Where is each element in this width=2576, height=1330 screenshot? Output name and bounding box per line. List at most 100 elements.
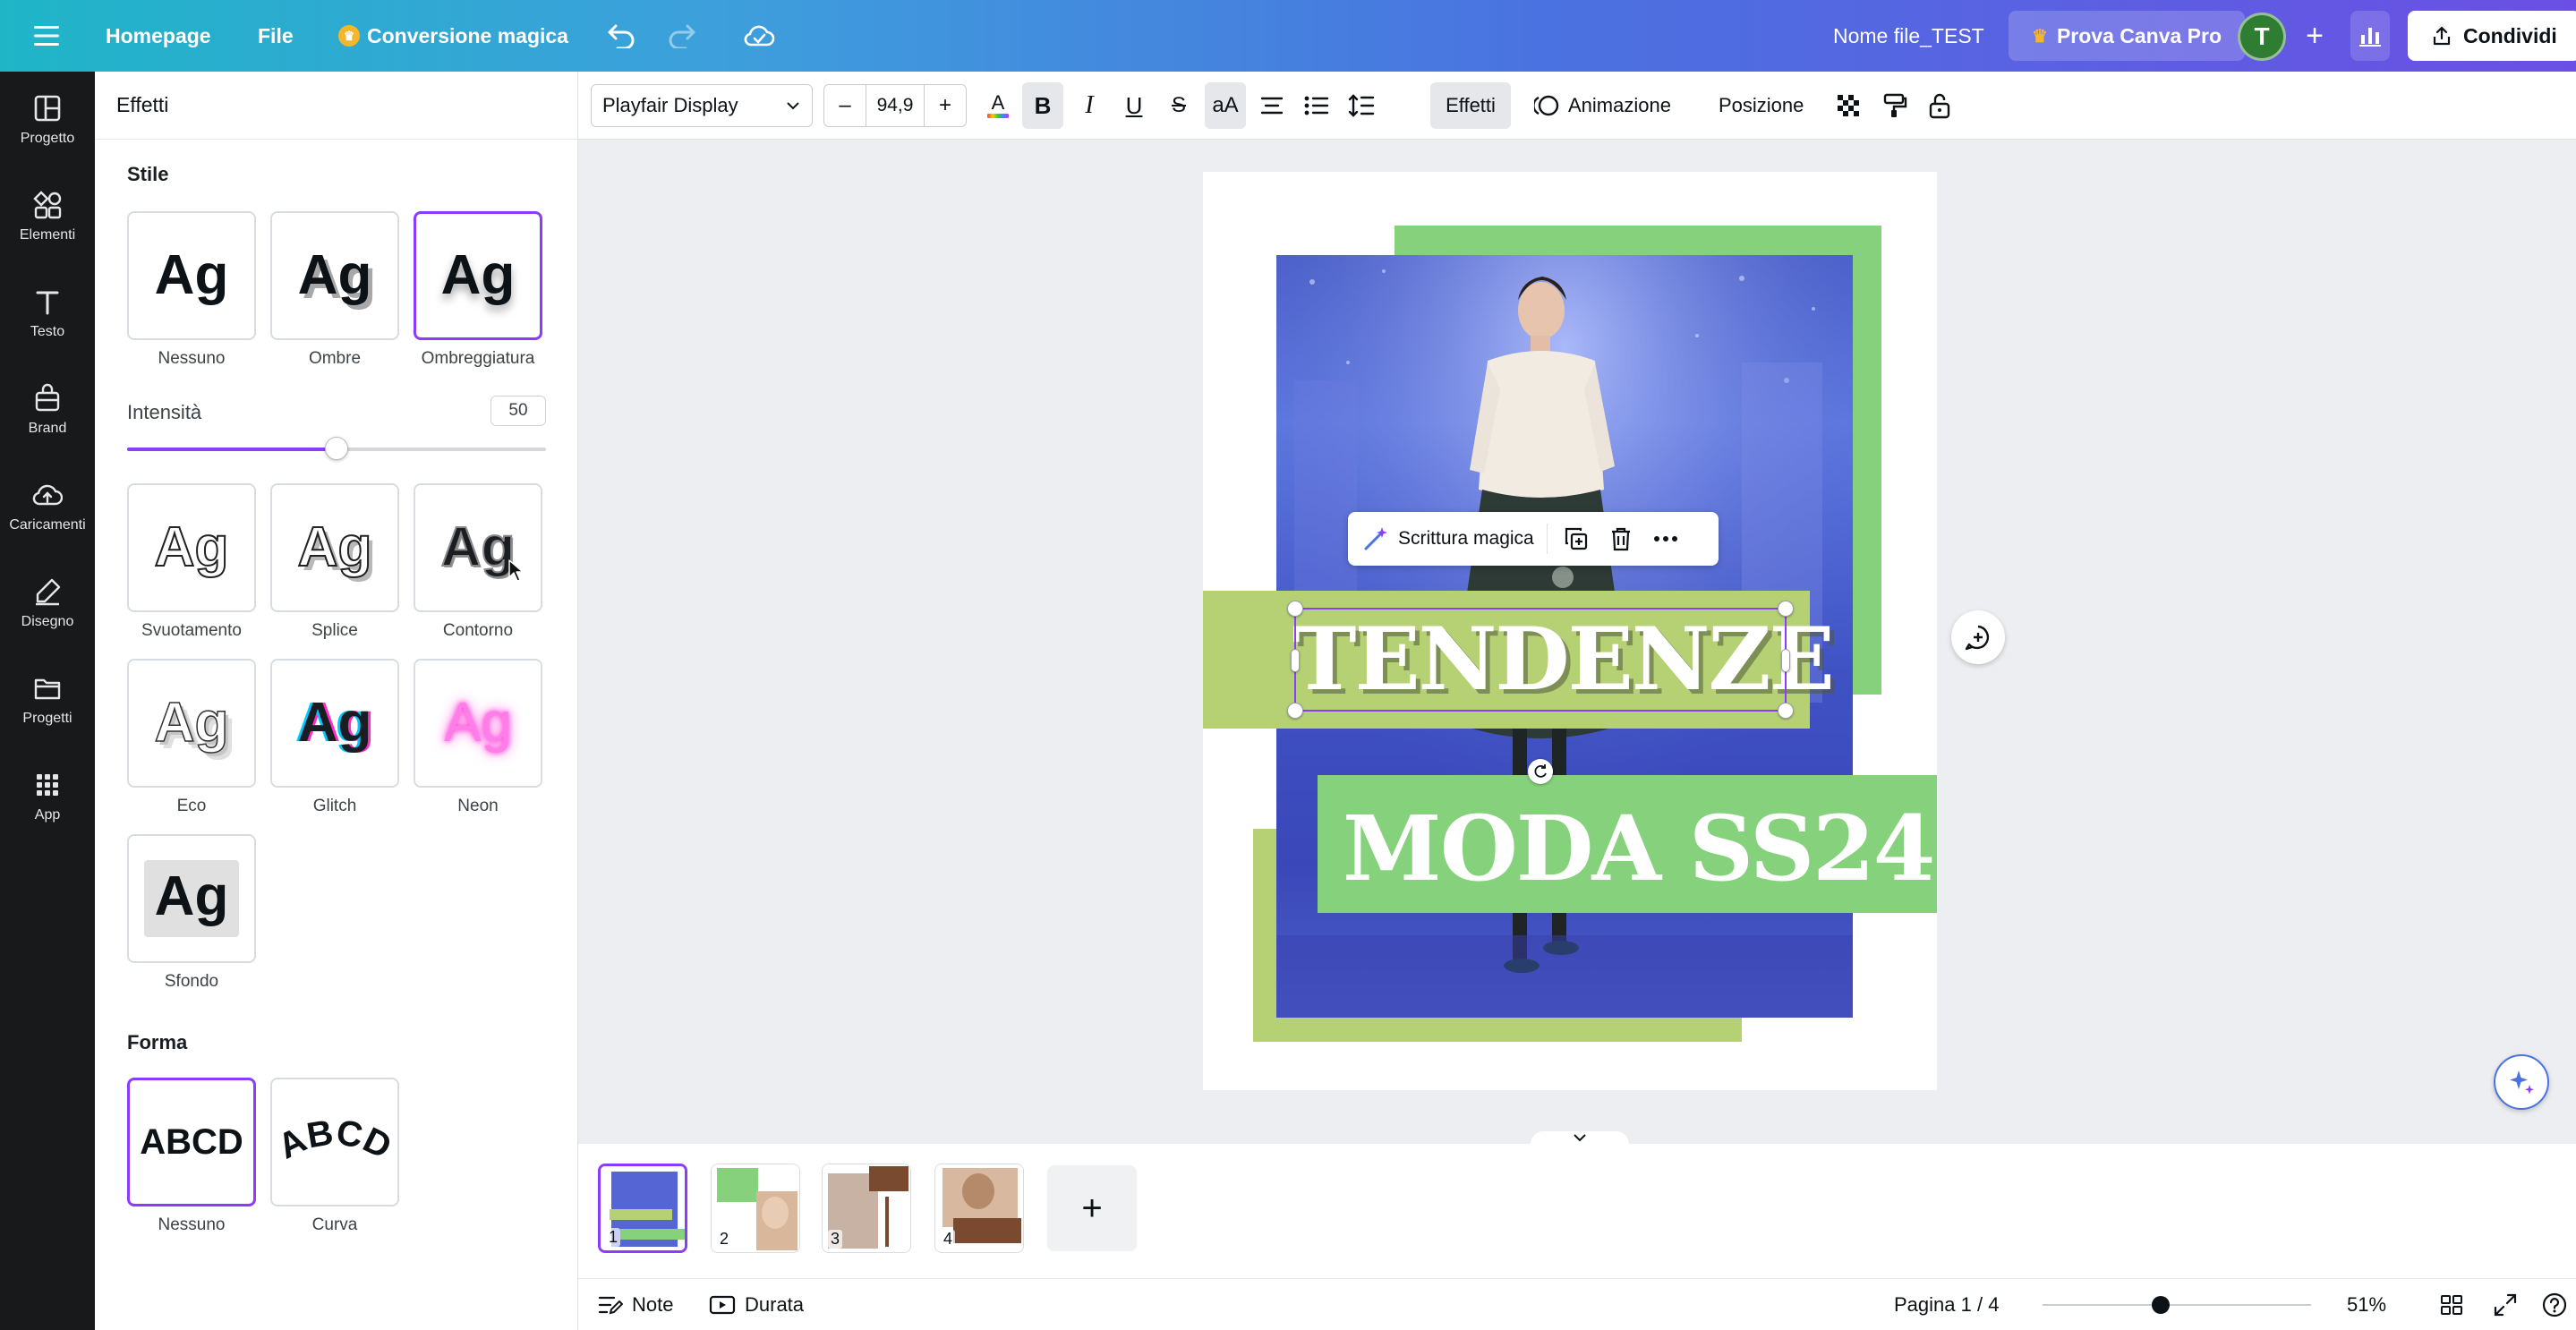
resize-handle[interactable] <box>1291 649 1300 672</box>
file-menu[interactable]: File <box>258 0 294 72</box>
page-indicator[interactable]: Pagina 1 / 4 <box>1894 1279 1999 1330</box>
resize-handle[interactable] <box>1778 601 1794 617</box>
rail-item-elementi[interactable]: Elementi <box>0 172 95 261</box>
font-size-increase-button[interactable]: + <box>925 85 966 126</box>
shape-curve[interactable]: ABCD Curva <box>270 1078 399 1235</box>
add-page-button[interactable]: + <box>1047 1165 1137 1251</box>
list-icon[interactable] <box>1296 82 1337 129</box>
style-shadow[interactable]: Ag Ombre <box>270 211 399 369</box>
magic-write-button[interactable]: Scrittura magica <box>1362 525 1534 552</box>
rail-item-testo[interactable]: Testo <box>0 269 95 358</box>
font-size-decrease-button[interactable]: – <box>824 85 866 126</box>
style-preview[interactable]: Ag <box>414 659 542 788</box>
style-preview[interactable]: Ag <box>270 483 399 612</box>
style-splice[interactable]: Ag Splice <box>270 483 399 641</box>
resize-handle[interactable] <box>1287 703 1303 719</box>
rail-item-progetto[interactable]: Progetto <box>0 75 95 165</box>
style-preview[interactable]: Ag <box>127 483 256 612</box>
more-options-icon[interactable] <box>1650 523 1682 555</box>
undo-icon[interactable] <box>605 0 635 72</box>
subheading-text[interactable]: MODA SS24 <box>1343 802 1935 895</box>
cloud-saved-icon[interactable] <box>743 0 775 72</box>
bold-icon[interactable]: B <box>1022 82 1063 129</box>
font-family-select[interactable]: Playfair Display <box>591 84 813 127</box>
style-echo[interactable]: Ag Eco <box>127 659 256 816</box>
intensity-slider[interactable] <box>127 437 546 460</box>
strikethrough-icon[interactable]: S <box>1158 82 1199 129</box>
page-thumbnail[interactable]: 2 <box>711 1164 800 1253</box>
rail-item-caricamenti[interactable]: Caricamenti <box>0 462 95 551</box>
style-preview[interactable]: Ag <box>414 211 542 340</box>
style-background[interactable]: Ag Sfondo <box>127 834 256 992</box>
help-icon[interactable] <box>2542 1279 2567 1330</box>
page-thumbnail[interactable]: 4 <box>934 1164 1024 1253</box>
style-none[interactable]: Ag Nessuno <box>127 211 256 369</box>
resize-handle[interactable] <box>1781 649 1790 672</box>
style-sample: Ag <box>444 692 512 754</box>
page-thumbnail[interactable]: 3 <box>822 1164 911 1253</box>
style-neon[interactable]: Ag Neon <box>414 659 542 816</box>
duration-button[interactable]: Durata <box>709 1279 804 1330</box>
style-preview[interactable]: Ag <box>414 483 542 612</box>
insights-icon[interactable] <box>2350 11 2390 61</box>
style-lift[interactable]: Ag Ombreggiatura <box>414 211 542 369</box>
duplicate-icon[interactable] <box>1560 523 1592 555</box>
zoom-slider-thumb[interactable] <box>2152 1296 2170 1314</box>
avatar[interactable]: T <box>2238 13 2286 61</box>
rail-item-disegno[interactable]: Disegno <box>0 558 95 648</box>
lock-icon[interactable] <box>1919 82 1960 129</box>
style-hollow[interactable]: Ag Svuotamento <box>127 483 256 641</box>
design-page[interactable]: TENDENZE MODA SS24 Scrittura magica <box>1203 172 1937 1090</box>
line-spacing-icon[interactable] <box>1341 82 1382 129</box>
style-sample: Ag <box>154 244 229 306</box>
style-glitch[interactable]: Ag Glitch <box>270 659 399 816</box>
shape-preview[interactable]: ABCD <box>127 1078 256 1206</box>
resize-handle[interactable] <box>1287 601 1303 617</box>
underline-icon[interactable]: U <box>1113 82 1155 129</box>
zoom-level[interactable]: 51% <box>2347 1279 2386 1330</box>
rail-item-app[interactable]: App <box>0 752 95 841</box>
hamburger-menu-icon[interactable] <box>27 0 66 72</box>
transparency-icon[interactable] <box>1828 82 1869 129</box>
align-center-icon[interactable] <box>1251 82 1292 129</box>
style-preview[interactable]: Ag <box>127 659 256 788</box>
animation-button[interactable]: Animazione <box>1534 82 1671 129</box>
text-color-icon[interactable]: A <box>977 82 1019 129</box>
zoom-slider[interactable] <box>2043 1296 2311 1314</box>
homepage-link[interactable]: Homepage <box>106 0 211 72</box>
add-comment-icon[interactable] <box>1951 610 2005 664</box>
style-preview[interactable]: Ag <box>127 211 256 340</box>
magic-assistant-icon[interactable] <box>2494 1054 2549 1110</box>
rail-item-brand[interactable]: Brand <box>0 365 95 455</box>
magic-switch-button[interactable]: ♛ Conversione magica <box>338 0 568 72</box>
intensity-value-input[interactable]: 50 <box>490 396 546 426</box>
intensity-slider-thumb[interactable] <box>325 437 348 460</box>
resize-handle[interactable] <box>1778 703 1794 719</box>
redo-icon[interactable] <box>668 0 698 72</box>
try-pro-button[interactable]: ♛ Prova Canva Pro <box>2009 11 2246 61</box>
shape-preview[interactable]: ABCD <box>270 1078 399 1206</box>
effects-button[interactable]: Effetti <box>1430 82 1511 129</box>
trash-icon[interactable] <box>1605 523 1637 555</box>
divider <box>95 139 578 140</box>
file-name[interactable]: Nome file_TEST <box>1833 0 1984 72</box>
notes-button[interactable]: Note <box>598 1279 673 1330</box>
style-preview[interactable]: Ag <box>270 211 399 340</box>
rail-item-progetti[interactable]: Progetti <box>0 655 95 745</box>
position-button[interactable]: Posizione <box>1719 82 1804 129</box>
style-sample: Ag <box>297 244 372 306</box>
font-size-input[interactable]: 94,9 <box>866 85 925 126</box>
letter-case-icon[interactable]: aA <box>1205 82 1246 129</box>
copy-style-icon[interactable] <box>1874 82 1915 129</box>
shape-none[interactable]: ABCD Nessuno <box>127 1078 256 1235</box>
collapse-pages-button[interactable] <box>1531 1131 1629 1144</box>
fullscreen-icon[interactable] <box>2494 1279 2517 1330</box>
rotate-icon[interactable] <box>1528 759 1553 784</box>
style-preview[interactable]: Ag <box>127 834 256 963</box>
style-preview[interactable]: Ag <box>270 659 399 788</box>
italic-icon[interactable]: I <box>1069 82 1110 129</box>
add-collaborator-icon[interactable]: + <box>2297 0 2333 72</box>
share-button[interactable]: Condividi <box>2408 11 2576 61</box>
grid-view-icon[interactable] <box>2440 1279 2463 1330</box>
page-thumbnail[interactable]: 1 <box>598 1164 687 1253</box>
